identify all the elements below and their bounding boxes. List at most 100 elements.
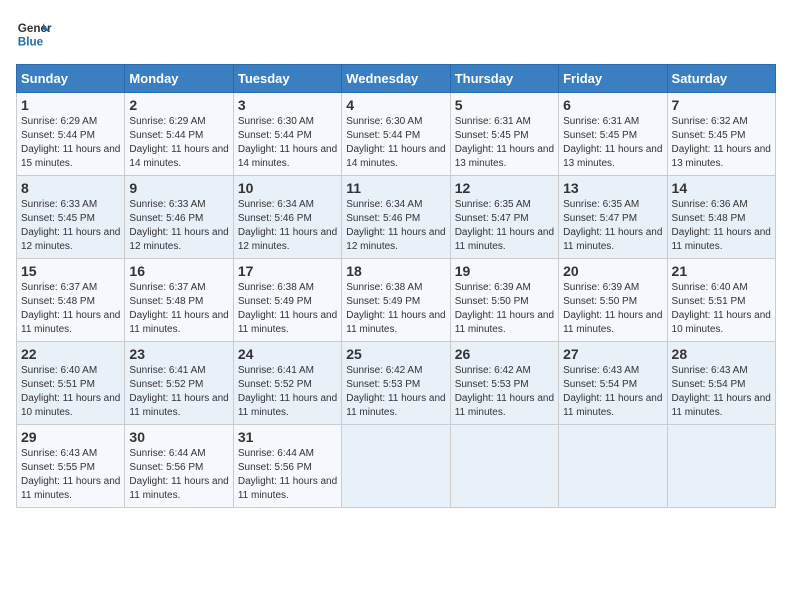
svg-text:Blue: Blue [18,36,44,49]
day-number: 20 [563,263,662,279]
day-info: Sunrise: 6:37 AMSunset: 5:48 PMDaylight:… [129,281,228,337]
logo: General Blue [16,16,52,52]
calendar-header-row: SundayMondayTuesdayWednesdayThursdayFrid… [17,65,776,93]
logo-icon: General Blue [16,16,52,52]
calendar-cell: 4 Sunrise: 6:30 AMSunset: 5:44 PMDaylight… [342,93,450,176]
day-number: 15 [21,263,120,279]
day-number: 7 [672,97,771,113]
day-number: 17 [238,263,337,279]
day-info: Sunrise: 6:29 AMSunset: 5:44 PMDaylight:… [129,115,228,171]
column-header-thursday: Thursday [450,65,558,93]
day-number: 12 [455,180,554,196]
day-info: Sunrise: 6:33 AMSunset: 5:46 PMDaylight:… [129,198,228,254]
column-header-friday: Friday [559,65,667,93]
calendar-cell [559,425,667,508]
day-info: Sunrise: 6:42 AMSunset: 5:53 PMDaylight:… [455,364,554,420]
calendar-cell: 28Sunrise: 6:43 AMSunset: 5:54 PMDayligh… [667,342,775,425]
day-number: 14 [672,180,771,196]
day-number: 31 [238,429,337,445]
day-info: Sunrise: 6:38 AMSunset: 5:49 PMDaylight:… [238,281,337,337]
calendar-cell: 18 Sunrise: 6:38 AMSunset: 5:49 PMDayligh… [342,259,450,342]
day-number: 27 [563,346,662,362]
day-info: Sunrise: 6:34 AMSunset: 5:46 PMDaylight:… [346,198,445,254]
day-info: Sunrise: 6:31 AMSunset: 5:45 PMDaylight:… [563,115,662,171]
day-info: Sunrise: 6:33 AMSunset: 5:45 PMDaylight:… [21,198,120,254]
day-number: 4 [346,97,445,113]
calendar-cell: 24 Sunrise: 6:41 AMSunset: 5:52 PMDayligh… [233,342,341,425]
day-info: Sunrise: 6:35 AMSunset: 5:47 PMDaylight:… [455,198,554,254]
calendar-week-row: 8 Sunrise: 6:33 AMSunset: 5:45 PMDaylight… [17,176,776,259]
day-info: Sunrise: 6:32 AMSunset: 5:45 PMDaylight:… [672,115,771,171]
day-info: Sunrise: 6:39 AMSunset: 5:50 PMDaylight:… [455,281,554,337]
calendar-cell: 8 Sunrise: 6:33 AMSunset: 5:45 PMDaylight… [17,176,125,259]
day-info: Sunrise: 6:42 AMSunset: 5:53 PMDaylight:… [346,364,445,420]
day-info: Sunrise: 6:44 AMSunset: 5:56 PMDaylight:… [129,447,228,503]
day-info: Sunrise: 6:38 AMSunset: 5:49 PMDaylight:… [346,281,445,337]
calendar-cell: 19 Sunrise: 6:39 AMSunset: 5:50 PMDayligh… [450,259,558,342]
day-info: Sunrise: 6:39 AMSunset: 5:50 PMDaylight:… [563,281,662,337]
day-number: 21 [672,263,771,279]
day-number: 2 [129,97,228,113]
calendar-cell: 5 Sunrise: 6:31 AMSunset: 5:45 PMDaylight… [450,93,558,176]
day-info: Sunrise: 6:41 AMSunset: 5:52 PMDaylight:… [129,364,228,420]
day-number: 3 [238,97,337,113]
calendar-cell: 15 Sunrise: 6:37 AMSunset: 5:48 PMDayligh… [17,259,125,342]
day-info: Sunrise: 6:43 AMSunset: 5:54 PMDaylight:… [563,364,662,420]
calendar-cell: 31 Sunrise: 6:44 AMSunset: 5:56 PMDayligh… [233,425,341,508]
day-number: 18 [346,263,445,279]
calendar-table: SundayMondayTuesdayWednesdayThursdayFrid… [16,64,776,508]
day-info: Sunrise: 6:43 AMSunset: 5:54 PMDaylight:… [672,364,771,420]
day-number: 16 [129,263,228,279]
day-info: Sunrise: 6:34 AMSunset: 5:46 PMDaylight:… [238,198,337,254]
calendar-cell: 27 Sunrise: 6:43 AMSunset: 5:54 PMDayligh… [559,342,667,425]
calendar-cell: 26 Sunrise: 6:42 AMSunset: 5:53 PMDayligh… [450,342,558,425]
day-info: Sunrise: 6:35 AMSunset: 5:47 PMDaylight:… [563,198,662,254]
calendar-cell: 25Sunrise: 6:42 AMSunset: 5:53 PMDayligh… [342,342,450,425]
day-info: Sunrise: 6:30 AMSunset: 5:44 PMDaylight:… [346,115,445,171]
day-info: Sunrise: 6:44 AMSunset: 5:56 PMDaylight:… [238,447,337,503]
calendar-cell: 16 Sunrise: 6:37 AMSunset: 5:48 PMDayligh… [125,259,233,342]
column-header-tuesday: Tuesday [233,65,341,93]
header: General Blue [16,16,776,52]
day-number: 5 [455,97,554,113]
day-info: Sunrise: 6:36 AMSunset: 5:48 PMDaylight:… [672,198,771,254]
day-info: Sunrise: 6:40 AMSunset: 5:51 PMDaylight:… [21,364,120,420]
calendar-cell: 23Sunrise: 6:41 AMSunset: 5:52 PMDayligh… [125,342,233,425]
day-info: Sunrise: 6:37 AMSunset: 5:48 PMDaylight:… [21,281,120,337]
day-number: 19 [455,263,554,279]
calendar-cell [342,425,450,508]
calendar-cell: 29 Sunrise: 6:43 AMSunset: 5:55 PMDayligh… [17,425,125,508]
column-header-monday: Monday [125,65,233,93]
calendar-cell: 14 Sunrise: 6:36 AMSunset: 5:48 PMDayligh… [667,176,775,259]
calendar-week-row: 22 Sunrise: 6:40 AMSunset: 5:51 PMDayligh… [17,342,776,425]
calendar-cell: 17 Sunrise: 6:38 AMSunset: 5:49 PMDayligh… [233,259,341,342]
calendar-cell: 3Sunrise: 6:30 AMSunset: 5:44 PMDaylight… [233,93,341,176]
day-number: 9 [129,180,228,196]
day-number: 8 [21,180,120,196]
day-info: Sunrise: 6:31 AMSunset: 5:45 PMDaylight:… [455,115,554,171]
calendar-cell: 7 Sunrise: 6:32 AMSunset: 5:45 PMDaylight… [667,93,775,176]
day-number: 13 [563,180,662,196]
day-info: Sunrise: 6:43 AMSunset: 5:55 PMDaylight:… [21,447,120,503]
calendar-cell [667,425,775,508]
calendar-cell: 10 Sunrise: 6:34 AMSunset: 5:46 PMDayligh… [233,176,341,259]
calendar-cell: 21Sunrise: 6:40 AMSunset: 5:51 PMDayligh… [667,259,775,342]
calendar-week-row: 29 Sunrise: 6:43 AMSunset: 5:55 PMDayligh… [17,425,776,508]
day-number: 22 [21,346,120,362]
column-header-sunday: Sunday [17,65,125,93]
calendar-cell [450,425,558,508]
day-number: 24 [238,346,337,362]
calendar-cell: 30 Sunrise: 6:44 AMSunset: 5:56 PMDayligh… [125,425,233,508]
calendar-cell: 11Sunrise: 6:34 AMSunset: 5:46 PMDayligh… [342,176,450,259]
day-number: 29 [21,429,120,445]
day-number: 10 [238,180,337,196]
calendar-week-row: 1Sunrise: 6:29 AMSunset: 5:44 PMDaylight… [17,93,776,176]
day-number: 30 [129,429,228,445]
day-number: 26 [455,346,554,362]
day-info: Sunrise: 6:41 AMSunset: 5:52 PMDaylight:… [238,364,337,420]
calendar-cell: 6Sunrise: 6:31 AMSunset: 5:45 PMDaylight… [559,93,667,176]
calendar-cell: 9 Sunrise: 6:33 AMSunset: 5:46 PMDaylight… [125,176,233,259]
column-header-saturday: Saturday [667,65,775,93]
calendar-body: 1Sunrise: 6:29 AMSunset: 5:44 PMDaylight… [17,93,776,508]
column-header-wednesday: Wednesday [342,65,450,93]
